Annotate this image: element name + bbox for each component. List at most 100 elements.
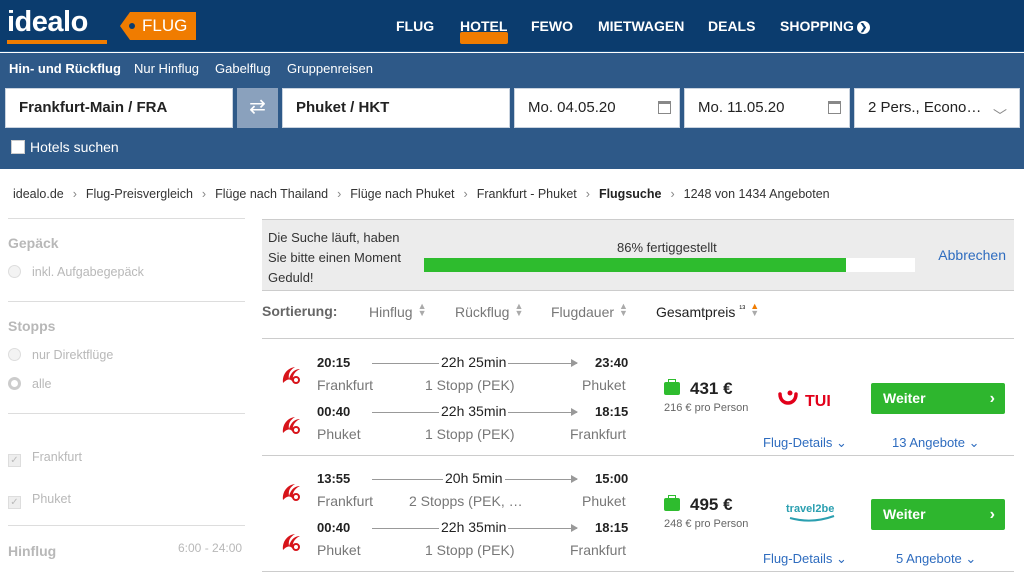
filter-option-label: alle bbox=[32, 377, 52, 391]
continue-label: Weiter bbox=[883, 390, 926, 406]
continue-button[interactable]: Weiter › bbox=[871, 383, 1005, 414]
passengers-select[interactable]: 2 Pers., Econo… ﹀ bbox=[854, 88, 1020, 128]
hotels-checkbox-row[interactable]: Hotels suchen bbox=[11, 139, 119, 155]
tab-group-travel[interactable]: Gruppenreisen bbox=[287, 61, 373, 76]
chevron-down-icon: ⌄ bbox=[965, 551, 977, 566]
dep-time: 00:40 bbox=[317, 520, 351, 535]
breadcrumb-item[interactable]: Flug-Preisvergleich bbox=[86, 187, 193, 201]
offers-link[interactable]: 13 Angebote ⌄ bbox=[892, 435, 980, 451]
tab-round-trip[interactable]: Hin- und Rückflug bbox=[9, 61, 121, 76]
arr-time: 18:15 bbox=[595, 520, 629, 535]
progress-fill bbox=[424, 258, 847, 272]
origin-field[interactable]: Frankfurt-Main / FRA bbox=[5, 88, 233, 128]
nav-hotel[interactable]: HOTEL bbox=[460, 18, 507, 34]
filter-title-outbound: Hinflug bbox=[8, 543, 57, 559]
filter-airport-frankfurt[interactable]: ✓ Frankfurt bbox=[8, 450, 82, 467]
price-value: 495 € bbox=[690, 495, 733, 514]
price-value: 431 € bbox=[690, 379, 733, 398]
cancel-link[interactable]: Abbrechen bbox=[938, 247, 1006, 263]
tui-logo-icon: TUI bbox=[778, 390, 831, 410]
filter-option-direct[interactable]: nur Direktflüge bbox=[8, 348, 113, 362]
continue-button[interactable]: Weiter › bbox=[871, 499, 1005, 530]
idealo-logo[interactable]: idealo bbox=[7, 8, 88, 37]
air-china-logo-icon bbox=[282, 367, 300, 384]
chevron-right-icon: › bbox=[989, 390, 995, 407]
to-city: Phuket bbox=[582, 493, 626, 509]
dep-time: 20:15 bbox=[317, 355, 351, 370]
sort-updown-icon: ▲ ▼ bbox=[514, 301, 524, 318]
duration: 22h 35min bbox=[439, 519, 509, 535]
sort-option-label: Hinflug bbox=[369, 304, 413, 320]
filter-option-baggage[interactable]: inkl. Aufgabegepäck bbox=[8, 265, 144, 279]
search-progress: Die Suche läuft, haben Sie bitte einen M… bbox=[262, 219, 1014, 291]
nav-fewo[interactable]: FEWO bbox=[531, 18, 573, 34]
radio-button-selected[interactable] bbox=[8, 377, 21, 390]
chevron-right-icon: › bbox=[989, 506, 995, 523]
travel2be-logo-text: travel2be bbox=[786, 503, 834, 515]
flight-details-label: Flug-Details bbox=[763, 551, 833, 566]
sort-return[interactable]: Rückflug ▲ ▼ bbox=[455, 301, 524, 321]
flight-details-link[interactable]: Flug-Details ⌄ bbox=[763, 551, 847, 567]
duration: 20h 5min bbox=[443, 470, 505, 486]
hotels-label: Hotels suchen bbox=[30, 139, 119, 155]
sort-outbound[interactable]: Hinflug ▲ ▼ bbox=[369, 302, 427, 321]
breadcrumb-item[interactable]: Flüge nach Phuket bbox=[350, 187, 454, 201]
progress-message: Die Suche läuft, haben Sie bitte einen M… bbox=[268, 230, 401, 285]
nav-flug[interactable]: FLUG bbox=[396, 18, 434, 34]
sort-option-label: Flugdauer bbox=[551, 304, 615, 320]
app: idealo FLUG FLUG HOTEL FEWO MIETWAGEN DE… bbox=[0, 0, 1024, 575]
arr-time: 23:40 bbox=[595, 355, 629, 370]
continue-label: Weiter bbox=[883, 506, 926, 522]
progress-track bbox=[424, 258, 915, 272]
filter-title-stops: Stopps bbox=[8, 318, 56, 334]
checkbox[interactable]: ✓ bbox=[8, 496, 21, 509]
sort-updown-icon: ▲ ▼ bbox=[750, 301, 760, 318]
breadcrumb-item[interactable]: Flüge nach Thailand bbox=[215, 187, 328, 201]
breadcrumb: idealo.de › Flug-Preisvergleich › Flüge nach… bbox=[13, 187, 830, 201]
to-city: Frankfurt bbox=[570, 426, 627, 442]
filter-airport-phuket[interactable]: ✓ Phuket bbox=[8, 492, 71, 509]
dep-time: 00:40 bbox=[317, 404, 351, 419]
total-price: 495 € bbox=[664, 495, 733, 515]
chevron-down-icon: ⌄ bbox=[968, 435, 980, 450]
checkbox[interactable]: ✓ bbox=[8, 454, 21, 467]
breadcrumb-separator: › bbox=[585, 187, 590, 201]
from-city: Frankfurt bbox=[317, 493, 374, 509]
destination-field[interactable]: Phuket / HKT bbox=[282, 88, 510, 128]
offers-link[interactable]: 5 Angebote ⌄ bbox=[896, 551, 976, 567]
sort-total-price[interactable]: Gesamtpreis ¹³ ▲ ▼ bbox=[656, 301, 760, 321]
flight-details-link[interactable]: Flug-Details ⌄ bbox=[763, 435, 847, 451]
nav-deals[interactable]: DEALS bbox=[708, 18, 755, 34]
radio-button[interactable] bbox=[8, 348, 21, 361]
breadcrumb-separator: › bbox=[201, 187, 207, 201]
arr-time: 18:15 bbox=[595, 404, 629, 419]
breadcrumb-separator: › bbox=[670, 187, 675, 201]
total-price: 431 € bbox=[664, 379, 733, 399]
stops: 1 Stopp (PEK) bbox=[425, 542, 515, 558]
nav-shopping[interactable]: SHOPPING ❯ bbox=[780, 18, 870, 34]
swap-arrows-icon[interactable]: ⇄ bbox=[237, 88, 278, 128]
hotels-checkbox[interactable] bbox=[11, 140, 25, 154]
depart-date-field[interactable]: Mo. 04.05.20 bbox=[514, 88, 680, 128]
calendar-icon bbox=[658, 101, 671, 114]
breadcrumb-item[interactable]: Frankfurt - Phuket bbox=[477, 187, 577, 201]
breadcrumb-item[interactable]: idealo.de bbox=[13, 187, 64, 201]
tab-multi-city[interactable]: Gabelflug bbox=[215, 61, 271, 76]
filter-option-label: nur Direktflüge bbox=[32, 348, 114, 362]
from-city: Phuket bbox=[317, 542, 361, 558]
filter-option-all[interactable]: alle bbox=[8, 377, 51, 391]
filter-option-label: Phuket bbox=[32, 492, 71, 506]
baggage-icon bbox=[664, 495, 680, 511]
return-date-field[interactable]: Mo. 11.05.20 bbox=[684, 88, 850, 128]
nav-mietwagen[interactable]: MIETWAGEN bbox=[598, 18, 684, 34]
offers-label: 13 Angebote bbox=[892, 435, 966, 450]
result-card: 13:55 20h 5min 15:00 Frankfurt 2 Stopps … bbox=[262, 455, 1014, 572]
to-city: Phuket bbox=[582, 377, 626, 393]
radio-button[interactable] bbox=[8, 265, 21, 278]
tab-one-way[interactable]: Nur Hinflug bbox=[134, 61, 199, 76]
section-tag[interactable]: FLUG bbox=[120, 12, 196, 40]
sort-duration[interactable]: Flugdauer ▲ ▼ bbox=[551, 302, 628, 321]
filter-title-baggage: Gepäck bbox=[8, 235, 59, 251]
air-china-logo-icon bbox=[282, 417, 300, 434]
from-city: Frankfurt bbox=[317, 377, 374, 393]
